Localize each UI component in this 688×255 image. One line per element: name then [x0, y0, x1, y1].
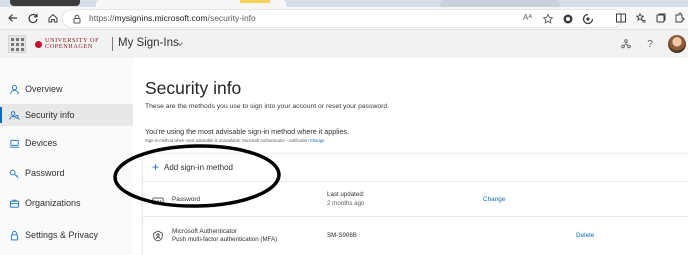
sidebar-item-label: Password	[25, 168, 65, 178]
method-row-authenticator: Microsoft Authenticator Push multi-facto…	[143, 217, 688, 255]
app-launcher-icon[interactable]	[8, 35, 26, 53]
help-icon[interactable]: ?	[644, 38, 656, 50]
sidebar-item-overview[interactable]: Overview	[0, 78, 133, 100]
refresh-icon[interactable]	[24, 9, 42, 27]
person-icon	[3, 84, 25, 95]
url-text: https://mysignins.microsoft.com/security…	[89, 13, 256, 23]
sidebar-item-label: Devices	[25, 138, 58, 148]
logo-text: UNIVERSITY OF COPENHAGEN	[45, 37, 100, 50]
collections-icon[interactable]	[654, 11, 668, 25]
sidebar-item-label: Settings & Privacy	[25, 230, 99, 240]
app-header: UNIVERSITY OF COPENHAGEN My Sign-Ins ?	[0, 30, 688, 58]
delete-authenticator-link[interactable]: Delete	[576, 232, 594, 239]
last-updated-label: Last updated:	[327, 191, 365, 198]
extension-icon[interactable]	[561, 12, 575, 26]
back-icon[interactable]	[4, 9, 22, 27]
extensions-icon[interactable]	[672, 11, 686, 25]
change-default-link[interactable]: Change	[310, 138, 325, 143]
address-bar-row: https://mysignins.microsoft.com/security…	[0, 7, 688, 30]
header-divider	[112, 37, 113, 51]
avatar[interactable]	[668, 35, 686, 53]
lock-icon	[3, 230, 25, 241]
method-detail: Push multi-factor authentication (MFA)	[172, 236, 278, 243]
device-name: SM-S908B	[327, 232, 357, 239]
sidebar-item-label: Security info	[25, 110, 75, 120]
advisable-method-text: You're using the most advisable sign-in …	[145, 127, 350, 136]
organization-icon[interactable]	[620, 38, 632, 50]
url-path: /security-info	[207, 13, 256, 23]
page-description: These are the methods you use to sign in…	[145, 103, 390, 110]
split-screen-icon[interactable]	[614, 11, 628, 25]
favorite-icon[interactable]	[541, 12, 555, 26]
url-host: mysignins.microsoft.com	[114, 13, 208, 23]
home-icon[interactable]	[44, 9, 62, 27]
chevron-down-icon[interactable]	[176, 40, 184, 48]
url-prefix: https://	[89, 13, 115, 23]
address-bar[interactable]: https://mysignins.microsoft.com/security…	[62, 9, 622, 28]
lock-icon[interactable]	[71, 13, 83, 25]
briefcase-icon	[3, 198, 25, 209]
tab-strip	[0, 0, 688, 7]
tab-accent	[240, 0, 270, 3]
read-aloud-icon[interactable]: Aᴬ	[523, 13, 532, 22]
laptop-icon	[3, 138, 25, 149]
sidebar-item-label: Organizations	[25, 198, 81, 208]
favorites-bar-icon[interactable]	[634, 11, 648, 25]
key-icon	[3, 168, 25, 179]
key-person-icon	[3, 110, 25, 121]
sidebar-item-label: Overview	[25, 84, 63, 94]
seal-icon	[35, 40, 42, 48]
sidebar-item-settings-privacy[interactable]: Settings & Privacy	[0, 224, 133, 246]
annotation-ellipse	[113, 144, 281, 208]
copilot-icon[interactable]	[581, 12, 595, 26]
page-title: Security info	[145, 78, 242, 98]
authenticator-icon	[151, 229, 165, 243]
sidebar-item-security-info[interactable]: Security info	[0, 104, 133, 126]
change-password-link[interactable]: Change	[483, 196, 505, 203]
browser-tab[interactable]	[10, 0, 80, 6]
method-name: Microsoft Authenticator	[172, 228, 238, 235]
university-logo[interactable]: UNIVERSITY OF COPENHAGEN	[35, 37, 100, 50]
browser-tab[interactable]	[440, 0, 560, 7]
last-updated-value: 2 months ago	[327, 200, 365, 207]
app-title[interactable]: My Sign-Ins	[118, 37, 179, 49]
